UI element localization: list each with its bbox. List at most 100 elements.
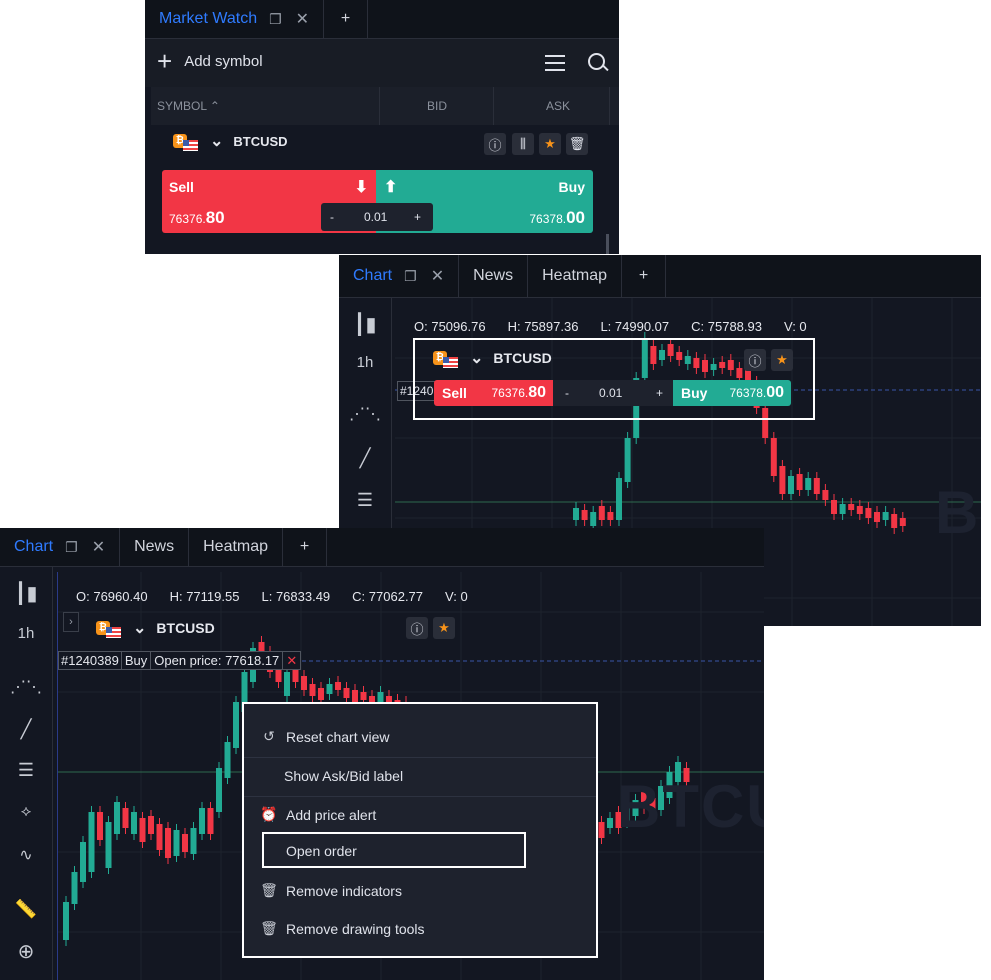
close-icon[interactable]: ✕: [296, 9, 309, 29]
search-icon[interactable]: [588, 53, 609, 72]
candle-body: [71, 872, 78, 904]
info-icon[interactable]: ⓘ: [484, 133, 506, 155]
indicators-icon[interactable]: ⋰⋱: [339, 404, 391, 424]
symbol-selector[interactable]: ₿ ⌄ BTCUSD: [433, 348, 552, 368]
decrease-volume-button[interactable]: -: [565, 386, 569, 400]
candle-body: [598, 822, 605, 838]
candle-body: [301, 676, 307, 690]
watermark-text: B: [935, 479, 981, 546]
add-symbol-label: Add symbol: [184, 52, 263, 70]
pattern-icon[interactable]: ⟡: [0, 803, 52, 821]
sell-label: Sell: [442, 385, 467, 401]
tab-chart[interactable]: Chart ❐ ✕: [0, 528, 121, 566]
timeframe-button[interactable]: 1h: [339, 354, 391, 371]
order-tag[interactable]: #1240389 Buy Open price: 77618.17 ✕: [58, 651, 302, 670]
menu-icon[interactable]: [545, 55, 565, 71]
volume-value[interactable]: 0.01: [599, 386, 622, 400]
zoom-icon[interactable]: ⊕: [0, 939, 52, 964]
candle-body: [377, 692, 384, 702]
candle-body: [182, 834, 188, 852]
menu-item-remove-indicators[interactable]: 🗑 Remove indicators: [260, 882, 402, 899]
context-menu: ↺ Reset chart view Show Ask/Bid label ⏰ Ad…: [242, 702, 598, 958]
collapse-arrow-icon[interactable]: ›: [63, 612, 79, 632]
buy-button[interactable]: Buy 76378.00: [673, 380, 791, 406]
volume-stepper[interactable]: - 0.01 +: [553, 380, 673, 406]
trend-line-icon[interactable]: ╱: [339, 448, 391, 469]
candlestick-icon[interactable]: ┃▮: [0, 581, 52, 606]
candle-body: [156, 824, 163, 850]
menu-item-reset-chart-view[interactable]: ↺ Reset chart view: [260, 728, 389, 745]
star-icon[interactable]: ★: [539, 133, 561, 155]
symbol-name: BTCUSD: [493, 350, 552, 366]
candle-body: [97, 812, 103, 840]
horizontal-lines-icon[interactable]: ☰: [339, 490, 391, 511]
close-icon[interactable]: ✕: [431, 266, 444, 286]
add-tab-button[interactable]: +: [324, 0, 369, 38]
candle-body: [88, 812, 95, 872]
add-tab-button[interactable]: +: [283, 528, 328, 566]
tab-news[interactable]: News: [120, 528, 190, 566]
increase-volume-button[interactable]: +: [414, 210, 421, 224]
column-bid[interactable]: BID: [427, 87, 447, 125]
chart-tabbar-bottom: Chart ❐ ✕ News Heatmap +: [0, 528, 764, 567]
column-ask[interactable]: ASK: [546, 87, 570, 125]
menu-item-remove-drawing-tools[interactable]: 🗑 Remove drawing tools: [260, 920, 425, 937]
scrollbar[interactable]: [606, 234, 609, 254]
candle-body: [874, 512, 880, 522]
chevron-down-icon[interactable]: ⌄: [210, 131, 223, 151]
horizontal-lines-icon[interactable]: ☰: [0, 760, 52, 781]
tab-news[interactable]: News: [459, 255, 529, 297]
ruler-icon[interactable]: 📏: [0, 899, 52, 920]
popout-icon[interactable]: ❐: [65, 539, 78, 556]
trend-line-icon[interactable]: ╱: [0, 719, 52, 740]
candle-body: [813, 478, 820, 494]
indicators-icon[interactable]: ⋰⋱: [0, 677, 52, 697]
increase-volume-button[interactable]: +: [656, 386, 663, 400]
column-symbol[interactable]: SYMBOL ⌃: [157, 87, 220, 125]
chart-toolbar-bottom: ┃▮ 1h ⋰⋱ ╱ ☰ ⟡ ∿ 📏 ⊕: [0, 567, 53, 980]
close-order-icon[interactable]: ✕: [283, 651, 302, 670]
menu-item-add-price-alert[interactable]: ⏰ Add price alert: [260, 806, 376, 823]
candle-body: [80, 842, 86, 882]
add-symbol-button[interactable]: + Add symbol: [157, 46, 263, 76]
info-icon[interactable]: ⓘ: [744, 349, 766, 371]
popout-icon[interactable]: ❐: [404, 268, 417, 285]
menu-item-label: Add price alert: [286, 806, 377, 823]
tab-heatmap[interactable]: Heatmap: [528, 255, 623, 297]
volume-stepper[interactable]: - 0.01 +: [321, 203, 433, 231]
trash-icon: 🗑: [260, 920, 278, 936]
tab-heatmap[interactable]: Heatmap: [189, 528, 284, 566]
tab-market-watch[interactable]: Market Watch ❐ ✕: [145, 0, 325, 38]
menu-item-show-ask-bid-label[interactable]: Show Ask/Bid label: [284, 768, 403, 784]
candle-body: [122, 808, 129, 828]
timeframe-button[interactable]: 1h: [0, 625, 52, 642]
add-tab-button[interactable]: +: [622, 255, 667, 297]
chevron-down-icon[interactable]: ⌄: [133, 618, 146, 638]
tab-label: Market Watch: [159, 10, 258, 27]
popout-icon[interactable]: ❐: [269, 11, 282, 28]
trash-icon[interactable]: 🗑: [566, 133, 588, 155]
chart-icon[interactable]: ⫼: [512, 133, 534, 155]
plus-icon: +: [157, 46, 173, 76]
decrease-volume-button[interactable]: -: [330, 210, 334, 224]
candle-body: [581, 510, 588, 520]
close-icon[interactable]: ✕: [92, 537, 105, 557]
chevron-down-icon[interactable]: ⌄: [470, 348, 483, 368]
candle-body: [891, 514, 898, 528]
sell-button[interactable]: Sell 76376.80: [434, 380, 553, 406]
star-icon[interactable]: ★: [771, 349, 793, 371]
menu-item-open-order[interactable]: Open order: [262, 832, 526, 868]
volume-value[interactable]: 0.01: [364, 210, 387, 224]
curve-icon[interactable]: ∿: [0, 845, 52, 865]
candle-body: [848, 504, 855, 510]
symbol-row[interactable]: ₿ ⌄ BTCUSD: [173, 131, 288, 151]
tab-chart[interactable]: Chart ❐ ✕: [339, 255, 460, 297]
menu-item-label: Remove drawing tools: [286, 920, 425, 937]
candlestick-icon[interactable]: ┃▮: [339, 312, 391, 337]
info-icon[interactable]: ⓘ: [406, 617, 428, 639]
sell-price: 76376.80: [169, 208, 225, 227]
star-icon[interactable]: ★: [433, 617, 455, 639]
candle-body: [822, 490, 829, 500]
candle-body: [360, 692, 367, 700]
symbol-selector[interactable]: ₿ ⌄ BTCUSD: [96, 618, 215, 638]
